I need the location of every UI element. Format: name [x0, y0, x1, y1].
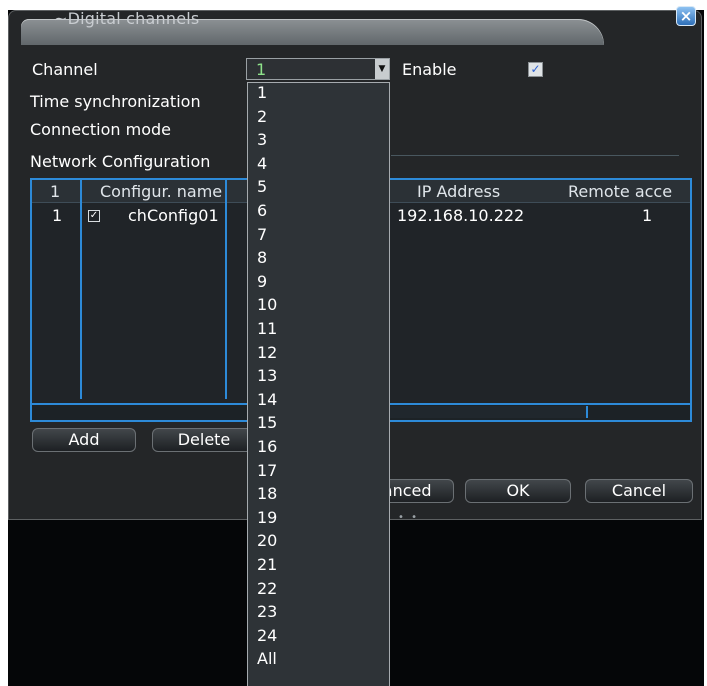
network-config-label: Network Configuration — [30, 152, 211, 171]
dropdown-option[interactable]: 18 — [257, 484, 277, 503]
dropdown-option[interactable]: 24 — [257, 626, 277, 645]
resize-grip: • • — [398, 512, 419, 523]
time-sync-label: Time synchronization — [30, 92, 201, 111]
chevron-down-icon[interactable]: ▼ — [375, 59, 389, 79]
scrollbar-thumb[interactable] — [390, 406, 588, 418]
window-title: ~Digital channels — [54, 9, 200, 28]
channel-select[interactable]: 1 ▼ — [246, 58, 390, 80]
row-index: 1 — [52, 206, 63, 225]
enable-checkbox[interactable]: ✓ — [528, 62, 543, 77]
close-button[interactable]: × — [676, 6, 696, 26]
dropdown-option[interactable]: 10 — [257, 295, 277, 314]
delete-button[interactable]: Delete — [152, 428, 256, 452]
channel-select-value: 1 — [256, 60, 267, 79]
dropdown-option[interactable]: 14 — [257, 390, 277, 409]
column-divider — [225, 180, 227, 399]
section-divider — [391, 155, 679, 156]
ok-button[interactable]: OK — [465, 479, 571, 503]
dropdown-option[interactable]: 9 — [257, 272, 267, 291]
dropdown-option[interactable]: 2 — [257, 107, 267, 126]
column-header-ip-address[interactable]: IP Address — [417, 182, 500, 201]
dropdown-option[interactable]: 6 — [257, 201, 267, 220]
check-icon: ✓ — [530, 62, 541, 76]
dropdown-option[interactable]: 1 — [257, 83, 267, 102]
row-checkbox[interactable]: ✓ — [88, 210, 100, 222]
column-header-remote-access[interactable]: Remote acce — [568, 182, 672, 201]
row-remote-access: 1 — [642, 206, 653, 225]
dropdown-option[interactable]: 7 — [257, 225, 267, 244]
add-button[interactable]: Add — [32, 428, 136, 452]
dropdown-option[interactable]: 21 — [257, 555, 277, 574]
row-ip-address: 192.168.10.222 — [397, 206, 525, 225]
dropdown-option[interactable]: 5 — [257, 177, 267, 196]
dropdown-option[interactable]: 13 — [257, 366, 277, 385]
dropdown-option[interactable]: 11 — [257, 319, 277, 338]
dropdown-option[interactable]: 22 — [257, 579, 277, 598]
dropdown-option[interactable]: 3 — [257, 130, 267, 149]
dropdown-option[interactable]: 15 — [257, 413, 277, 432]
enable-label: Enable — [402, 60, 457, 79]
dropdown-option[interactable]: 19 — [257, 508, 277, 527]
cancel-button[interactable]: Cancel — [585, 479, 693, 503]
connection-mode-label: Connection mode — [30, 120, 171, 139]
dropdown-option[interactable]: 4 — [257, 154, 267, 173]
dropdown-option[interactable]: 23 — [257, 602, 277, 621]
channel-dropdown-list[interactable]: 1 2 3 4 5 6 7 8 9 10 11 12 13 14 15 16 17 18 19 20 21 22 23 24 A… — [247, 82, 390, 686]
column-header-index: 1 — [50, 182, 61, 201]
column-divider — [80, 180, 82, 399]
channel-label: Channel — [32, 60, 98, 79]
dropdown-option[interactable]: 12 — [257, 343, 277, 362]
column-header-config-name[interactable]: Configur. name — [100, 182, 222, 201]
dropdown-option[interactable]: 20 — [257, 531, 277, 550]
row-config-name: chConfig01 — [128, 206, 219, 225]
dropdown-option[interactable]: 17 — [257, 461, 277, 480]
dropdown-option[interactable]: All — [257, 649, 277, 668]
dropdown-option[interactable]: 8 — [257, 248, 267, 267]
dropdown-option[interactable]: 16 — [257, 437, 277, 456]
